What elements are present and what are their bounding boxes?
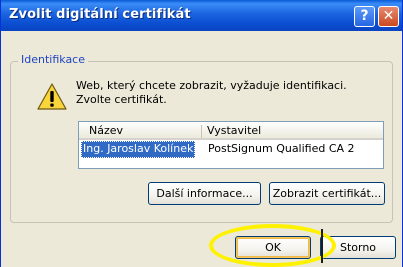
show-certificate-button[interactable]: Zobrazit certifikát...	[269, 182, 385, 205]
title-bar[interactable]: Zvolit digitální certifikát ? ✕	[1, 0, 402, 31]
warning-icon	[37, 83, 67, 110]
list-header: Název Vystavitel	[79, 122, 383, 140]
annotation-divider	[321, 229, 323, 263]
column-header-issuer[interactable]: Vystavitel	[207, 124, 261, 137]
column-separator[interactable]	[201, 125, 202, 138]
certificate-dialog: Zvolit digitální certifikát ? ✕ Identifi…	[0, 0, 403, 267]
certificate-list[interactable]: Název Vystavitel Ing. Jaroslav Kolínek P…	[78, 121, 384, 169]
highlight-annotation	[209, 224, 336, 267]
certificate-name[interactable]: Ing. Jaroslav Kolínek	[81, 141, 196, 158]
certificate-row[interactable]: Ing. Jaroslav Kolínek PostSignum Qualifi…	[79, 141, 383, 158]
help-icon: ?	[360, 8, 369, 24]
help-button[interactable]: ?	[354, 6, 375, 27]
certificate-issuer[interactable]: PostSignum Qualified CA 2	[208, 142, 355, 155]
message-line-2: Zvolte certifikát.	[76, 93, 167, 106]
group-label: Identifikace	[18, 53, 88, 66]
more-info-button[interactable]: Další informace...	[148, 182, 261, 205]
message-line-1: Web, který chcete zobrazit, vyžaduje ide…	[76, 79, 347, 92]
column-header-name[interactable]: Název	[89, 124, 123, 137]
close-button[interactable]: ✕	[378, 6, 399, 27]
window-title: Zvolit digitální certifikát	[9, 7, 191, 22]
close-icon: ✕	[382, 8, 395, 24]
